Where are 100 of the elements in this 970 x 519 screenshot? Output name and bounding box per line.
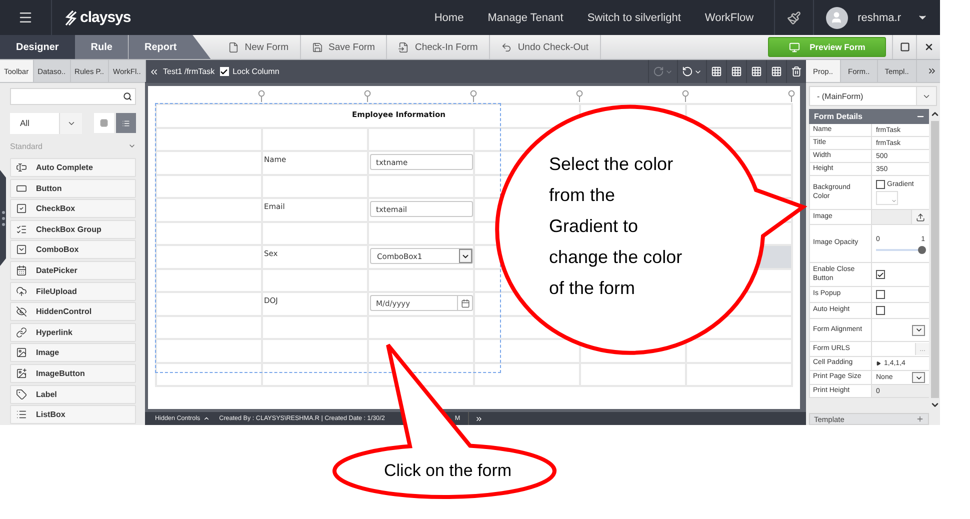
checkbox[interactable] <box>876 290 885 299</box>
expand-icon[interactable] <box>876 361 881 366</box>
toolbar-button[interactable]: Undo Check-Out <box>490 35 601 59</box>
section-title: Standard <box>10 142 42 150</box>
nav-link[interactable]: Switch to silverlight <box>587 12 681 24</box>
toolbox-item[interactable]: Button <box>10 178 136 198</box>
text-cursor-icon <box>16 162 27 173</box>
dropdown-button[interactable] <box>912 324 925 336</box>
calendar-icon <box>16 264 27 276</box>
toolbar-button[interactable]: Check-In Form <box>386 35 490 59</box>
eye-off-icon <box>16 306 27 318</box>
monitor-icon <box>788 42 800 52</box>
mode-tab[interactable]: Rule <box>74 35 128 59</box>
toolbox-item[interactable]: Hyperlink <box>10 322 136 342</box>
grid-icon <box>771 66 782 77</box>
toolbox-item[interactable]: Label <box>10 384 136 404</box>
check-icon <box>877 270 884 278</box>
scroll-up-icon[interactable] <box>930 109 940 119</box>
section-title: Form Details <box>814 112 862 121</box>
expand-icon[interactable] <box>927 66 937 76</box>
callout-text: Select the color from the Gradient to change the color of the form <box>549 153 684 300</box>
undo-icon <box>682 66 693 77</box>
filter-select[interactable]: All <box>10 112 82 134</box>
save-icon <box>312 42 323 52</box>
checklist-icon <box>16 224 27 235</box>
checkbox-label: Lock Column <box>232 67 280 76</box>
column-pin-icon[interactable] <box>470 90 477 102</box>
column-pin-icon[interactable] <box>788 90 795 102</box>
grid-icon <box>731 66 742 77</box>
tag-icon <box>16 388 27 400</box>
scope-select[interactable]: - (MainForm) <box>809 86 937 106</box>
toolbox-item[interactable]: ListBox <box>10 405 136 424</box>
toolbar-button[interactable]: New Form <box>216 35 301 59</box>
upload-button[interactable] <box>911 210 929 224</box>
column-pin-icon[interactable] <box>682 90 689 102</box>
scrollbar-thumb[interactable] <box>930 121 938 398</box>
user-icon <box>830 11 844 24</box>
nav-link[interactable]: Manage Tenant <box>488 12 564 24</box>
toolbox-item[interactable]: ComboBox <box>10 240 136 260</box>
calendar-button[interactable] <box>457 295 473 311</box>
toolbox-item[interactable]: HiddenControl <box>10 302 136 322</box>
grid-icon <box>711 66 722 77</box>
trash-icon <box>791 66 802 77</box>
file-icon <box>228 42 239 52</box>
check-icon <box>220 68 228 76</box>
toolbar-button[interactable]: Save Form <box>300 35 387 59</box>
dots-icon <box>2 210 4 226</box>
mode-tab[interactable]: Designer <box>0 35 75 59</box>
upload-icon <box>916 212 925 222</box>
logo-text: claysys <box>80 9 131 26</box>
checkbox[interactable] <box>876 180 885 189</box>
column-pin-icon[interactable] <box>258 90 265 102</box>
grid-view-button[interactable] <box>94 113 114 133</box>
checkbox[interactable] <box>876 306 885 315</box>
slider-thumb[interactable] <box>918 246 926 254</box>
dropdown-button[interactable] <box>912 372 925 383</box>
panel-handle[interactable] <box>0 170 6 266</box>
chevron-right-icon <box>475 414 484 422</box>
breadcrumb: Test1 /frmTask <box>163 67 215 76</box>
close-icon <box>924 42 934 52</box>
column-pin-icon[interactable] <box>576 90 583 102</box>
grid-icon <box>751 66 762 77</box>
caret-icon <box>891 198 897 204</box>
user-name: reshma.r <box>858 12 901 24</box>
toolbox-item[interactable]: Auto Complete <box>10 158 136 177</box>
window-icon <box>900 42 910 52</box>
chevron-down-icon <box>914 326 922 334</box>
mode-tab[interactable]: Report <box>128 35 211 59</box>
column-pin-icon[interactable] <box>364 90 371 102</box>
rectangle-icon <box>16 182 27 194</box>
search-icon[interactable] <box>123 92 132 101</box>
checkbox-icon <box>16 203 27 214</box>
paintbrush-icon[interactable] <box>786 10 801 24</box>
toolbox-item[interactable]: FileUpload <box>10 282 136 301</box>
toolbox-item[interactable]: DatePicker <box>10 260 136 280</box>
logo-icon <box>64 10 78 26</box>
collapse-icon[interactable] <box>149 66 159 76</box>
color-picker[interactable] <box>876 191 898 205</box>
redo-icon <box>653 66 664 77</box>
nav-link[interactable]: WorkFlow <box>704 12 754 24</box>
menu-icon[interactable] <box>18 10 33 25</box>
undo-icon <box>500 42 512 52</box>
checkbox[interactable] <box>876 270 885 279</box>
toolbox-item[interactable]: ImageButton <box>10 364 136 383</box>
plus-icon <box>916 415 924 423</box>
toolbox-item[interactable]: CheckBox Group <box>10 220 136 239</box>
scroll-down-icon[interactable] <box>930 400 940 410</box>
nav-link[interactable]: Home <box>434 12 464 24</box>
image-icon <box>16 347 27 358</box>
list-view-button[interactable] <box>116 113 136 133</box>
file-arrow-icon <box>398 42 409 52</box>
checkbox[interactable] <box>220 67 229 76</box>
search-field[interactable] <box>10 88 136 105</box>
image-plus-icon <box>16 368 27 379</box>
caret-icon[interactable] <box>128 142 136 150</box>
cloud-upload-icon <box>16 286 27 297</box>
callout-text: Click on the form <box>384 461 512 481</box>
grid-icon <box>100 118 108 128</box>
toolbox-item[interactable]: Image <box>10 343 136 362</box>
toolbox-item[interactable]: CheckBox <box>10 199 136 218</box>
